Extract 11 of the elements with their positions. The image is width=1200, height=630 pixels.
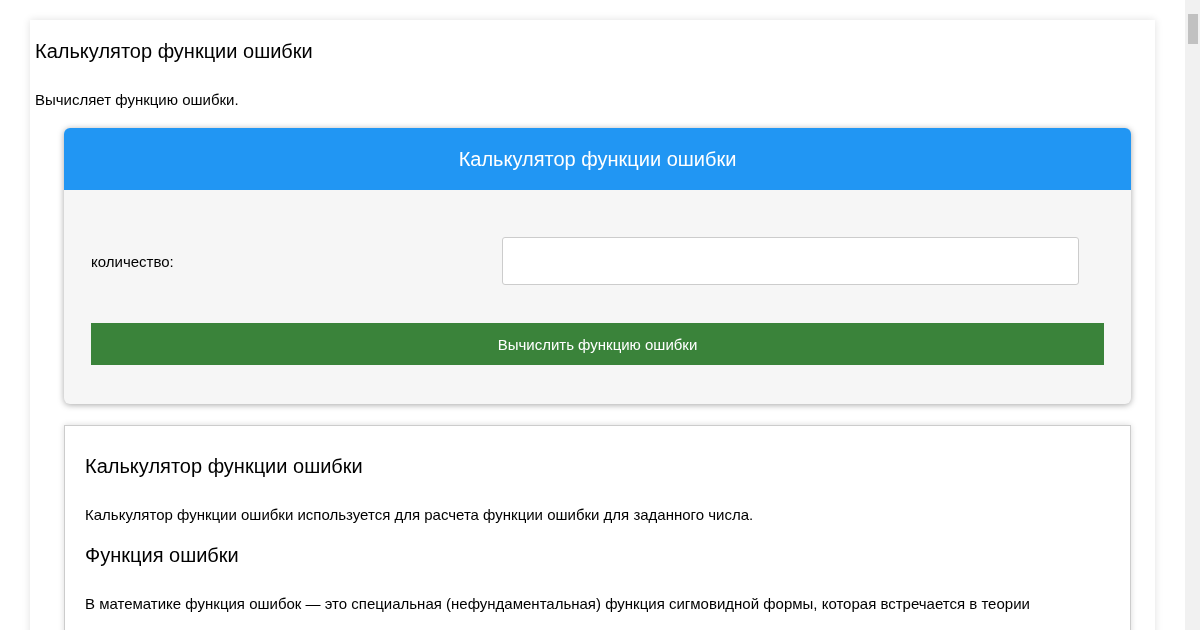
article-paragraph: В математике функция ошибок — это специальная (нефундаментальная) функция сигмовидной формы, которая встречается в теории <box>85 594 1031 614</box>
calculator-header: Калькулятор функции ошибки <box>64 128 1131 190</box>
article-title: Калькулятор функции ошибки <box>85 454 364 478</box>
calculate-button[interactable]: Вычислить функцию ошибки <box>91 323 1104 365</box>
field-label: количество: <box>91 252 175 270</box>
page-title: Калькулятор функции ошибки <box>35 39 314 63</box>
page-subtitle: Вычисляет функцию ошибки. <box>35 90 240 110</box>
quantity-input[interactable] <box>502 237 1079 285</box>
article-intro: Калькулятор функции ошибки используется для расчета функции ошибки для заданного числа. <box>85 505 755 525</box>
scrollbar[interactable] <box>1185 0 1200 630</box>
section-title: Функция ошибки <box>85 543 240 567</box>
